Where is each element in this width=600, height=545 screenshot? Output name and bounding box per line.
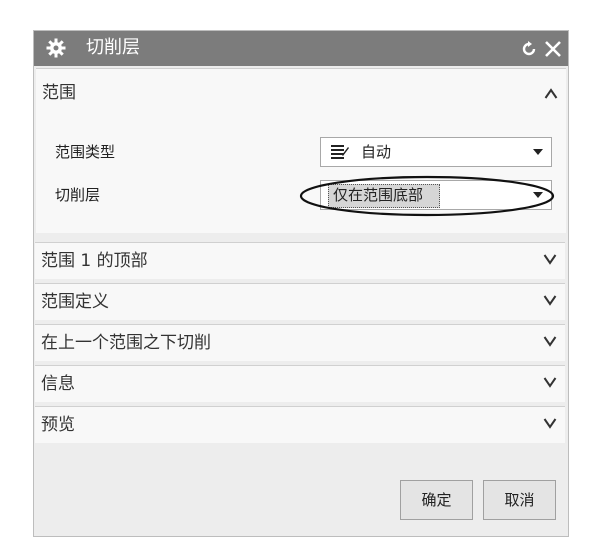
chevron-down-icon[interactable] [543, 294, 557, 306]
section-range-definition-label: 范围定义 [41, 292, 109, 312]
dropdown-arrow-icon [533, 149, 543, 155]
section-range[interactable]: 范围 [36, 68, 566, 120]
list-icon [331, 145, 349, 159]
ok-button[interactable]: 确定 [400, 480, 473, 520]
gear-icon [46, 38, 66, 58]
section-range-definition[interactable]: 范围定义 [35, 283, 565, 320]
section-info[interactable]: 信息 [35, 365, 565, 402]
section-range-label: 范围 [42, 83, 76, 103]
chevron-down-icon[interactable] [543, 253, 557, 265]
dropdown-arrow-icon [533, 192, 543, 198]
range-type-label: 范围类型 [55, 143, 116, 161]
chevron-down-icon[interactable] [543, 417, 557, 429]
section-top-of-range[interactable]: 范围 1 的顶部 [35, 242, 565, 279]
section-top-of-range-label: 范围 1 的顶部 [41, 251, 148, 271]
section-preview-label: 预览 [41, 415, 75, 435]
dialog-title: 切削层 [86, 37, 140, 58]
section-cut-below-label: 在上一个范围之下切削 [41, 333, 211, 353]
range-type-value: 自动 [361, 143, 392, 161]
cancel-button[interactable]: 取消 [483, 480, 556, 520]
chevron-down-icon[interactable] [543, 335, 557, 347]
cut-levels-label: 切削层 [55, 186, 101, 204]
title-bar[interactable]: 切削层 [34, 31, 568, 66]
section-preview[interactable]: 预览 [35, 406, 565, 443]
range-type-select[interactable]: 自动 [320, 137, 552, 167]
chevron-down-icon[interactable] [543, 376, 557, 388]
section-info-label: 信息 [41, 374, 75, 394]
chevron-up-icon[interactable] [544, 88, 558, 100]
cut-levels-value: 仅在范围底部 [333, 186, 424, 204]
reset-icon[interactable] [520, 40, 538, 58]
close-icon[interactable] [543, 39, 563, 59]
section-cut-below[interactable]: 在上一个范围之下切削 [35, 324, 565, 361]
